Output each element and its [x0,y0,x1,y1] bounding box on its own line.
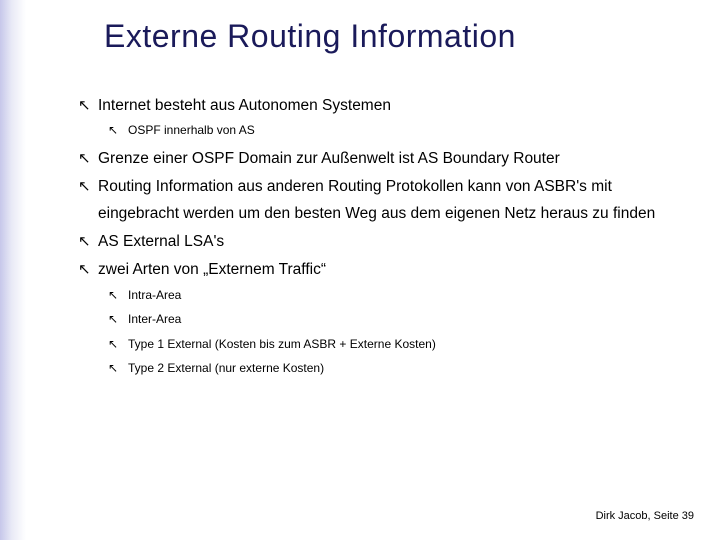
slide-content: ↖ Internet besteht aus Autonomen Systeme… [78,93,678,378]
arrow-icon: ↖ [78,93,98,119]
bullet-l2: ↖ OSPF innerhalb von AS [108,121,678,140]
bullet-l1: ↖ zwei Arten von „Externem Traffic“ [78,257,678,283]
bullet-text: OSPF innerhalb von AS [128,121,255,140]
bullet-text: Routing Information aus anderen Routing … [98,174,678,227]
arrow-icon: ↖ [78,146,98,172]
bullet-l1: ↖ AS External LSA's [78,229,678,255]
bullet-l1: ↖ Internet besteht aus Autonomen Systeme… [78,93,678,119]
bullet-text: AS External LSA's [98,229,678,255]
footer-page-label: Dirk Jacob, Seite 39 [596,510,694,522]
bullet-l2: ↖ Type 1 External (Kosten bis zum ASBR +… [108,335,678,354]
bullet-l1: ↖ Grenze einer OSPF Domain zur Außenwelt… [78,146,678,172]
bullet-text: Intra-Area [128,286,181,305]
bullet-text: zwei Arten von „Externem Traffic“ [98,257,678,283]
arrow-icon: ↖ [78,174,98,200]
bullet-l2: ↖ Inter-Area [108,310,678,329]
bullet-l2: ↖ Type 2 External (nur externe Kosten) [108,359,678,378]
arrow-icon: ↖ [108,335,128,354]
bullet-text: Type 1 External (Kosten bis zum ASBR + E… [128,335,436,354]
bullet-text: Grenze einer OSPF Domain zur Außenwelt i… [98,146,678,172]
slide: Externe Routing Information ↖ Internet b… [0,0,720,540]
bullet-text: Inter-Area [128,310,181,329]
arrow-icon: ↖ [78,257,98,283]
slide-title: Externe Routing Information [104,18,720,55]
arrow-icon: ↖ [78,229,98,255]
arrow-icon: ↖ [108,286,128,305]
arrow-icon: ↖ [108,121,128,140]
bullet-l2: ↖ Intra-Area [108,286,678,305]
bullet-text: Type 2 External (nur externe Kosten) [128,359,324,378]
arrow-icon: ↖ [108,310,128,329]
arrow-icon: ↖ [108,359,128,378]
bullet-l1: ↖ Routing Information aus anderen Routin… [78,174,678,227]
bullet-text: Internet besteht aus Autonomen Systemen [98,93,678,119]
